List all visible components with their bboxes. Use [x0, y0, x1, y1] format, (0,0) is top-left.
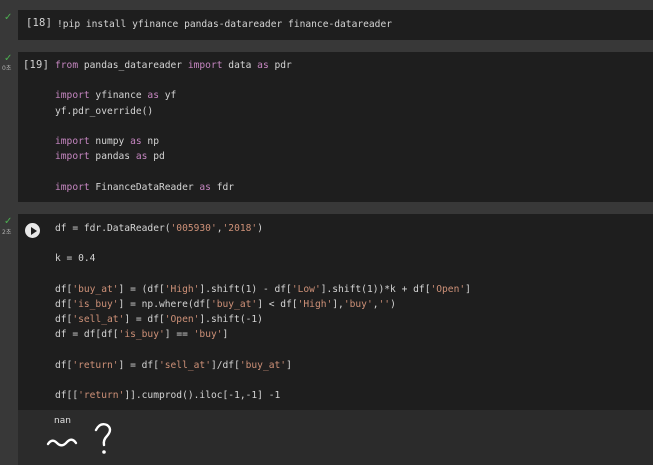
code-line: df['return'] = df['sell_at']/df['buy_at'…	[55, 359, 292, 371]
code-line: !pip install yfinance pandas-datareader …	[57, 19, 393, 30]
code-line: df = fdr.DataReader('005930','2018')	[55, 223, 263, 234]
cell-18-code[interactable]: !pip install yfinance pandas-datareader …	[57, 17, 392, 32]
code-line: import yfinance as yf	[55, 90, 177, 102]
cell-20-code[interactable]: df = fdr.DataReader('005930','2018') k =…	[55, 221, 471, 403]
exec-count-19: [19]	[23, 59, 50, 71]
handwritten-question-annotation	[46, 422, 112, 454]
code-cell-18[interactable]: [18] !pip install yfinance pandas-datare…	[18, 10, 653, 40]
check-icon: ✓	[4, 12, 13, 23]
check-icon: ✓	[4, 53, 13, 64]
check-icon: ✓	[4, 216, 13, 227]
code-line: df['sell_at'] = df['Open'].shift(-1)	[55, 314, 263, 326]
exec-count-18: [18]	[26, 17, 53, 29]
cell-20-gutter: ✓ 2초	[0, 214, 18, 412]
code-line: import pandas as pd	[55, 151, 165, 163]
play-icon[interactable]	[25, 223, 40, 238]
code-line: df = df[df['is_buy'] == 'buy']	[55, 329, 229, 341]
code-line: df['is_buy'] = np.where(df['buy_at'] < d…	[55, 299, 396, 311]
code-line: df['buy_at'] = (df['High'].shift(1) - df…	[55, 283, 471, 295]
cell-20-exec-time: 2초	[2, 229, 12, 236]
code-line: from pandas_datareader import data as pd…	[55, 60, 292, 71]
cell-19-code[interactable]: from pandas_datareader import data as pd…	[55, 58, 292, 195]
cell-19-gutter: ✓ 0초	[0, 52, 18, 202]
cell-19-exec-time: 0초	[2, 65, 12, 72]
code-line: k = 0.4	[55, 253, 96, 265]
code-cell-20[interactable]: df = fdr.DataReader('005930','2018') k =…	[18, 214, 653, 410]
code-cell-19[interactable]: [19] from pandas_datareader import data …	[18, 52, 653, 202]
code-line: import FinanceDataReader as fdr	[55, 181, 235, 193]
cell-18-gutter: ✓	[0, 10, 18, 40]
cell-output: nan	[18, 410, 653, 465]
code-line: yf.pdr_override()	[55, 105, 154, 117]
code-line: import numpy as np	[55, 136, 159, 148]
code-line: df[['return']].cumprod().iloc[-1,-1] -1	[55, 390, 281, 402]
